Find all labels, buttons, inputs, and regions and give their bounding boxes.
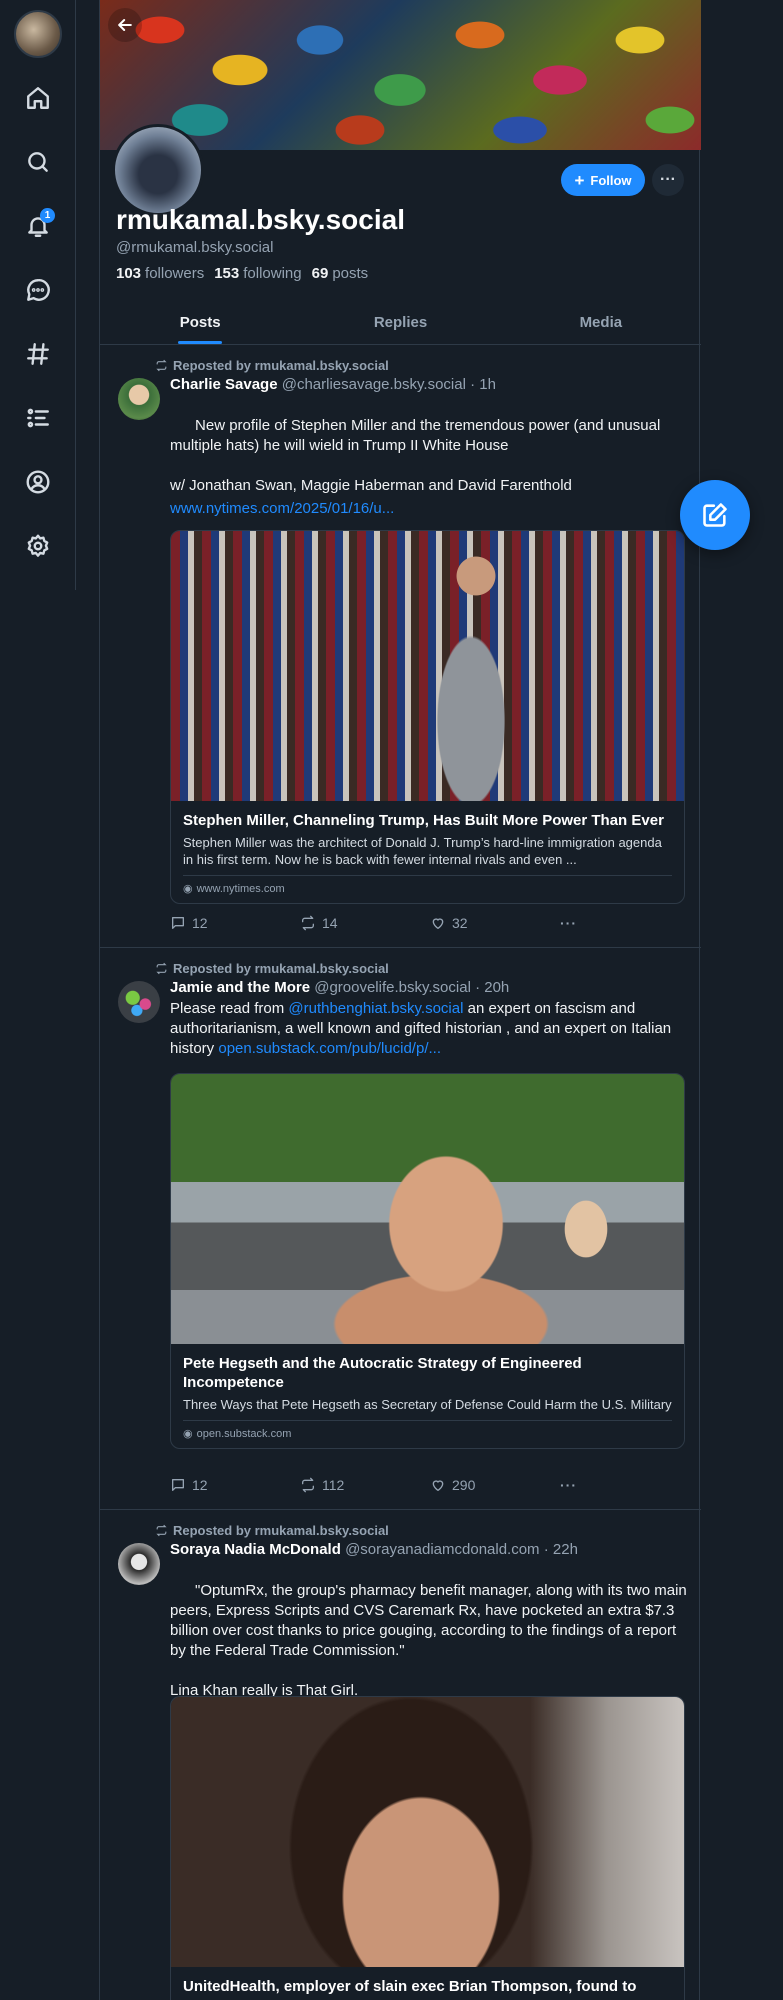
hashtag-icon[interactable] — [14, 330, 62, 378]
avatar[interactable] — [118, 1543, 160, 1585]
home-icon[interactable] — [14, 74, 62, 122]
repost-indicator: Reposted by rmukamal.bsky.social — [155, 358, 389, 373]
repost-icon — [156, 962, 167, 975]
link-card[interactable]: Stephen Miller, Channeling Trump, Has Bu… — [170, 530, 685, 904]
post-link[interactable]: www.nytimes.com/2025/01/16/u... — [170, 500, 394, 517]
avatar[interactable] — [118, 378, 160, 420]
follow-button[interactable]: + Follow — [561, 164, 645, 196]
avatar[interactable] — [118, 981, 160, 1023]
feed-post[interactable]: Reposted by rmukamal.bsky.social Charlie… — [100, 346, 701, 948]
repost-icon — [156, 359, 167, 372]
author-name[interactable]: Soraya Nadia McDonald — [170, 1541, 341, 1558]
post-actions: 12 112 290 ··· — [170, 1474, 590, 1496]
compose-icon — [703, 503, 727, 527]
like-button[interactable]: 290 — [430, 1474, 560, 1496]
feed-post[interactable]: Reposted by rmukamal.bsky.social Soraya … — [100, 1511, 701, 2000]
left-nav: 1 — [0, 0, 76, 590]
author-handle-time[interactable]: @charliesavage.bsky.social · 1h — [282, 376, 496, 393]
back-button[interactable] — [108, 8, 142, 42]
tab-posts[interactable]: Posts — [100, 300, 300, 344]
post-more-button[interactable]: ··· — [560, 1474, 577, 1496]
compose-button[interactable] — [680, 480, 750, 550]
reply-icon — [172, 1479, 184, 1491]
ellipsis-icon: ··· — [560, 1477, 577, 1493]
repost-icon — [156, 1524, 167, 1537]
bell-icon[interactable]: 1 — [14, 202, 62, 250]
profile-handle: @rmukamal.bsky.social — [116, 239, 274, 256]
tab-media[interactable]: Media — [501, 300, 701, 344]
reply-icon — [172, 917, 184, 929]
chat-icon[interactable] — [14, 266, 62, 314]
globe-icon: ◉ — [183, 883, 193, 895]
tab-replies[interactable]: Replies — [300, 300, 500, 344]
ellipsis-icon: ··· — [560, 915, 577, 931]
link-card-title: Stephen Miller, Channeling Trump, Has Bu… — [183, 812, 664, 829]
repost-icon — [302, 1477, 314, 1493]
like-button[interactable]: 32 — [430, 912, 560, 934]
search-icon[interactable] — [14, 138, 62, 186]
display-name: rmukamal.bsky.social — [116, 204, 405, 235]
repost-button[interactable]: 112 — [300, 1474, 430, 1496]
post-actions: 12 14 32 ··· — [170, 912, 590, 934]
reply-button[interactable]: 12 — [170, 1474, 300, 1496]
reply-button[interactable]: 12 — [170, 912, 300, 934]
author-handle-time[interactable]: @sorayanadiamcdonald.com · 22h — [345, 1541, 578, 1558]
heart-icon — [432, 918, 444, 929]
profile-icon[interactable] — [14, 458, 62, 506]
posts-stat: 69 posts — [311, 265, 369, 282]
author-name[interactable]: Charlie Savage — [170, 376, 278, 393]
list-icon[interactable] — [14, 394, 62, 442]
link-card-title: UnitedHealth, employer of slain exec Bri… — [183, 1978, 637, 1995]
repost-button[interactable]: 14 — [300, 912, 430, 934]
post-header: Charlie Savage @charliesavage.bsky.socia… — [170, 376, 496, 393]
post-header: Jamie and the More @groovelife.bsky.soci… — [170, 979, 509, 996]
repost-indicator: Reposted by rmukamal.bsky.social — [155, 1523, 389, 1538]
link-card-description: Three Ways that Pete Hegseth as Secretar… — [183, 1397, 672, 1412]
link-card[interactable]: Pete Hegseth and the Autocratic Strategy… — [170, 1073, 685, 1449]
link-card-image — [171, 531, 684, 801]
post-more-button[interactable]: ··· — [560, 912, 577, 934]
repost-indicator: Reposted by rmukamal.bsky.social — [155, 961, 389, 976]
post-text: Please read from @ruthbenghiat.bsky.soci… — [170, 1000, 676, 1057]
link-card-image — [171, 1697, 684, 1967]
profile-banner[interactable] — [100, 0, 701, 150]
mention-link[interactable]: @ruthbenghiat.bsky.social — [288, 1000, 463, 1017]
author-handle-time[interactable]: @groovelife.bsky.social · 20h — [314, 979, 509, 996]
profile-tabs: Posts Replies Media — [100, 300, 701, 345]
feed-post[interactable]: Reposted by rmukamal.bsky.social Jamie a… — [100, 949, 701, 1510]
post-link[interactable]: open.substack.com/pub/lucid/p/... — [218, 1040, 441, 1057]
post-text: New profile of Stephen Miller and the tr… — [170, 417, 661, 494]
gear-icon[interactable] — [14, 522, 62, 570]
heart-icon — [432, 1480, 444, 1491]
author-name[interactable]: Jamie and the More — [170, 979, 310, 996]
link-card[interactable]: UnitedHealth, employer of slain exec Bri… — [170, 1696, 685, 2000]
link-card-description: Stephen Miller was the architect of Dona… — [183, 835, 662, 867]
following-stat[interactable]: 153 following — [214, 265, 301, 282]
plus-icon: + — [574, 170, 585, 190]
post-header: Soraya Nadia McDonald @sorayanadiamcdona… — [170, 1541, 578, 1558]
notification-badge: 1 — [40, 208, 55, 223]
globe-icon: ◉ — [183, 1428, 193, 1440]
profile-stats: 103 followers 153 following 69 posts — [116, 265, 368, 282]
link-card-domain: ◉ www.nytimes.com — [183, 875, 672, 903]
more-options-button[interactable]: ··· — [652, 164, 684, 196]
arrow-left-icon — [118, 19, 132, 31]
link-card-image — [171, 1074, 684, 1344]
link-card-title: Pete Hegseth and the Autocratic Strategy… — [183, 1355, 582, 1391]
followers-stat[interactable]: 103 followers — [116, 265, 204, 282]
profile-avatar[interactable] — [112, 124, 204, 216]
profile-feed: + Follow ··· rmukamal.bsky.social @rmuka… — [99, 0, 701, 2000]
link-card-domain: ◉ open.substack.com — [183, 1420, 672, 1448]
current-user-avatar[interactable] — [14, 10, 62, 58]
repost-icon — [302, 915, 314, 931]
